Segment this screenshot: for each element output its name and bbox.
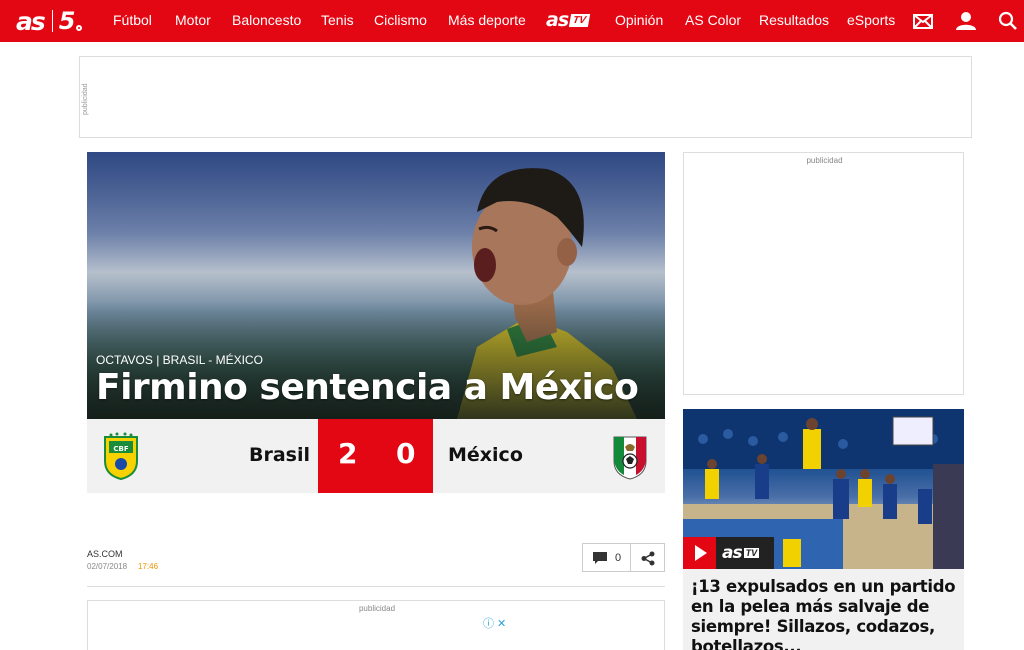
nav-opinion[interactable]: Opinión <box>615 12 663 28</box>
svg-text:CBF: CBF <box>113 445 128 453</box>
share-icon <box>641 551 655 566</box>
nav-mas-deporte[interactable]: Más deporte <box>448 12 526 28</box>
nav-as-color[interactable]: AS Color <box>685 12 741 28</box>
logo-dot <box>76 25 83 31</box>
article-headline[interactable]: Firmino sentencia a México <box>96 367 639 408</box>
home-team-name: Brasil <box>249 444 311 466</box>
comment-icon <box>593 552 607 564</box>
nav-baloncesto[interactable]: Baloncesto <box>232 12 301 28</box>
article-date: 02/07/2018 <box>87 562 128 571</box>
article-time: 17:46 <box>138 562 159 571</box>
nav-motor[interactable]: Motor <box>175 12 211 28</box>
match-scoreboard[interactable]: CBF Brasil 2 0 México <box>87 419 665 493</box>
nav-esports[interactable]: eSports <box>847 12 895 28</box>
video-title[interactable]: ¡13 expulsados en un partido en la pelea… <box>691 577 959 650</box>
comments-count: 0 <box>615 552 622 564</box>
nav-ciclismo[interactable]: Ciclismo <box>374 12 427 28</box>
astv-badge-tv: TV <box>743 548 760 558</box>
logo-sub: 5 <box>58 7 76 35</box>
astv-badge: as TV <box>716 537 774 569</box>
sidebar-ad[interactable]: publicidad <box>683 152 964 395</box>
adchoices-icon[interactable]: ⓘ ✕ <box>483 615 506 631</box>
astv-logo-as: as <box>546 9 569 31</box>
play-button[interactable] <box>683 537 716 569</box>
hero-article[interactable]: OCTAVOS | BRASIL - MÉXICO Firmino senten… <box>87 152 665 419</box>
article-divider <box>87 586 665 587</box>
nav-astv[interactable]: as TV <box>546 9 591 31</box>
top-navigation-bar: as 5 Fútbol Motor Baloncesto Tenis Cicli… <box>0 0 1024 42</box>
mail-icon[interactable] <box>912 10 936 32</box>
logo-text: as <box>16 6 46 36</box>
as-logo[interactable]: as 5 <box>16 6 83 36</box>
share-button[interactable] <box>631 543 665 572</box>
ad-label: publicidad <box>806 156 843 165</box>
score-box: 2 0 <box>318 419 433 493</box>
logo-divider <box>51 10 53 32</box>
comments-button[interactable]: 0 <box>582 543 631 572</box>
home-score: 2 <box>338 437 358 470</box>
astv-badge-as: as <box>722 543 743 563</box>
search-icon[interactable] <box>997 10 1021 32</box>
nav-tenis[interactable]: Tenis <box>321 12 354 28</box>
away-score: 0 <box>396 437 416 470</box>
article-source[interactable]: AS.COM <box>87 549 123 559</box>
article-kicker[interactable]: OCTAVOS | BRASIL - MÉXICO <box>96 353 263 367</box>
ad-label: publicidad <box>358 604 396 613</box>
bottom-ad-banner[interactable]: publicidad ⓘ ✕ <box>87 600 665 650</box>
nav-futbol[interactable]: Fútbol <box>113 12 152 28</box>
top-ad-banner[interactable]: publicidad <box>79 56 972 138</box>
nav-resultados[interactable]: Resultados <box>759 12 829 28</box>
video-card[interactable]: as TV ¡13 expulsados en un partido en la… <box>683 409 964 650</box>
brazil-crest-icon: CBF <box>104 432 138 481</box>
ad-label: publicidad <box>82 83 89 115</box>
away-team-name: México <box>448 444 523 466</box>
astv-logo-tv: TV <box>568 13 591 27</box>
user-icon[interactable] <box>954 10 978 32</box>
mexico-crest-icon <box>613 436 647 480</box>
play-icon <box>695 545 707 561</box>
